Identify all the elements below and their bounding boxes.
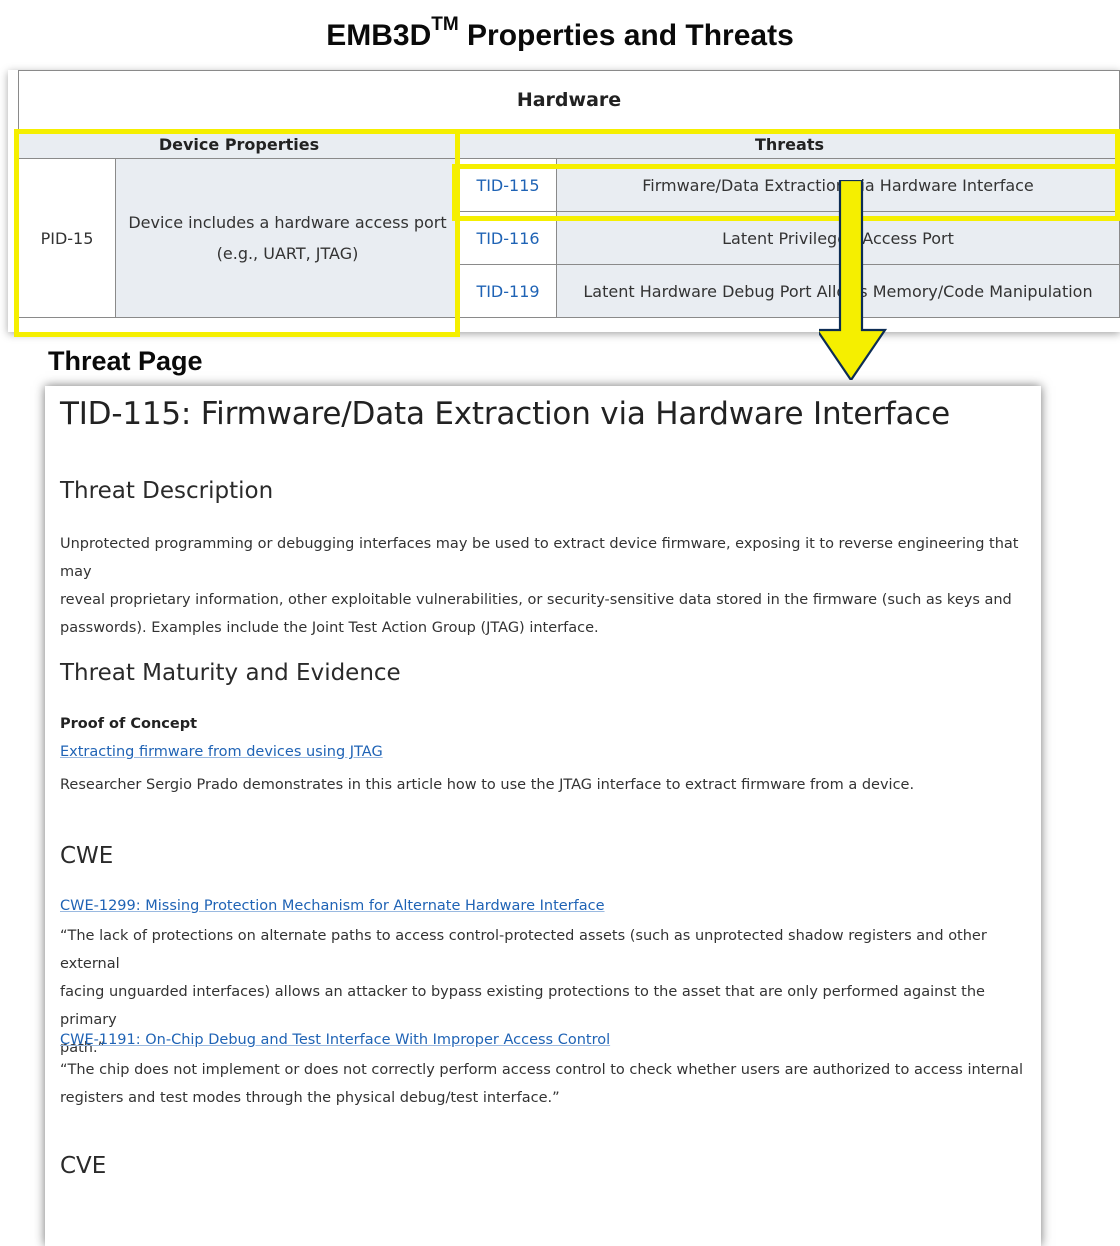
- cwe-1299-link[interactable]: CWE-1299: Missing Protection Mechanism f…: [60, 898, 605, 914]
- cwe-description-line: registers and test modes through the phy…: [60, 1090, 560, 1106]
- page-title: TID-115: Firmware/Data Extraction via Ha…: [60, 396, 951, 432]
- proof-of-concept-label: Proof of Concept: [60, 716, 198, 732]
- threat-maturity-heading: Threat Maturity and Evidence: [60, 660, 401, 686]
- cwe-1191-description: “The chip does not implement or does not…: [60, 1056, 1035, 1112]
- cwe-description-line: “The lack of protections on alternate pa…: [60, 928, 987, 972]
- trademark-superscript: TM: [431, 14, 459, 35]
- threat-id-cell: TID-119: [459, 264, 557, 318]
- proof-of-concept-link[interactable]: Extracting firmware from devices using J…: [60, 744, 383, 760]
- threat-page-panel: TID-115: Firmware/Data Extraction via Ha…: [45, 386, 1041, 1246]
- threat-id-link-tid-119[interactable]: TID-119: [476, 282, 539, 301]
- highlight-tid-115-row: [452, 164, 1120, 221]
- figure-title-main: EMB3D: [326, 19, 432, 52]
- cwe-description-line: “The chip does not implement or does not…: [60, 1062, 1024, 1078]
- cwe-1191-link[interactable]: CWE-1191: On-Chip Debug and Test Interfa…: [60, 1032, 610, 1048]
- threat-page-label: Threat Page: [48, 346, 203, 376]
- figure-title-rest: Properties and Threats: [458, 19, 794, 52]
- threat-description-heading: Threat Description: [60, 478, 274, 504]
- category-cell: Hardware: [18, 70, 1120, 130]
- threat-description: Unprotected programming or debugging int…: [60, 530, 1035, 642]
- category-row: Hardware: [18, 70, 1120, 130]
- proof-of-concept-text: Researcher Sergio Prado demonstrates in …: [60, 777, 915, 793]
- threat-id-link-tid-116[interactable]: TID-116: [476, 229, 539, 248]
- cve-heading: CVE: [60, 1153, 107, 1179]
- figure-title: EMB3DTM Properties and Threats: [0, 14, 1120, 53]
- description-line: Unprotected programming or debugging int…: [60, 536, 1019, 580]
- cwe-description-line: facing unguarded interfaces) allows an a…: [60, 984, 985, 1028]
- highlight-device-properties: [14, 129, 460, 337]
- arrow-down-icon: [819, 180, 888, 380]
- description-line: passwords). Examples include the Joint T…: [60, 620, 599, 636]
- description-line: reveal proprietary information, other ex…: [60, 592, 1012, 608]
- cwe-heading: CWE: [60, 843, 114, 869]
